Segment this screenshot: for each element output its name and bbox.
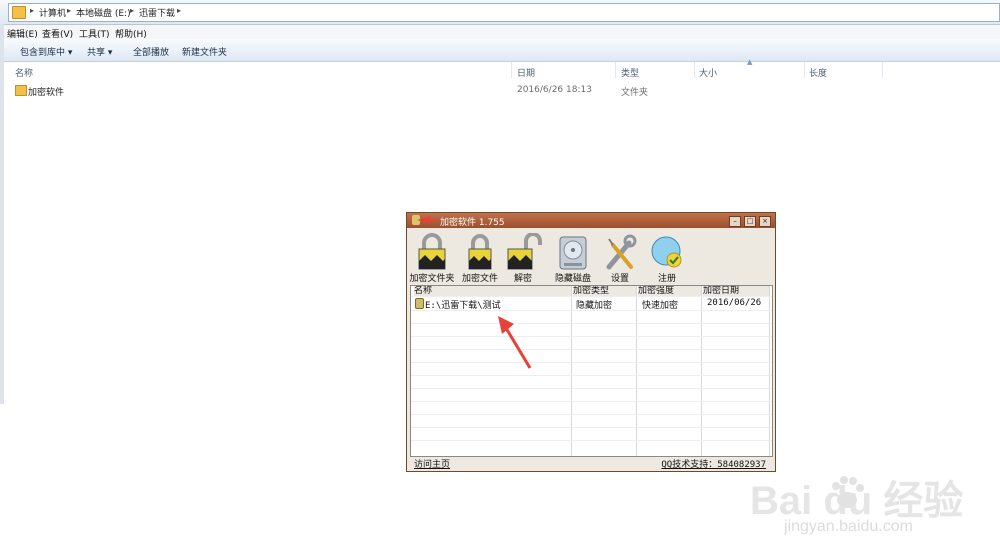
play-all-button[interactable]: 全部播放	[133, 45, 169, 58]
tool-label: 解密	[513, 274, 532, 284]
column-divider[interactable]	[571, 286, 572, 456]
column-header-name[interactable]: 名称	[15, 66, 33, 79]
column-divider[interactable]	[694, 62, 695, 78]
decrypt-button[interactable]: 解密	[500, 231, 546, 284]
watermark-url: jingyan.baidu.com	[784, 518, 913, 535]
breadcrumb-computer[interactable]: 计算机	[39, 6, 66, 19]
chevron-right-icon[interactable]: ▸	[67, 6, 71, 15]
folder-icon	[12, 6, 26, 19]
grid-line	[411, 375, 772, 376]
file-date: 2016/6/26 18:13	[517, 85, 592, 95]
close-button[interactable]: ×	[759, 216, 771, 227]
minimize-button[interactable]: –	[729, 216, 741, 227]
column-header-length[interactable]: 长度	[809, 66, 827, 79]
grid-line	[411, 362, 772, 363]
folder-icon	[15, 85, 27, 96]
status-bar: 访问主页 QQ技术支持：584082937	[410, 457, 771, 470]
tool-label: 隐藏磁盘	[554, 274, 591, 284]
column-divider[interactable]	[615, 62, 616, 78]
address-bar: ▸ 计算机 ▸ 本地磁盘 (E:) ▸ 迅雷下载 ▸	[0, 0, 1000, 25]
encrypted-items-list[interactable]: 名称 加密类型 加密强度 加密日期 E:\迅雷下载\测试 隐藏加密 快速加密 2…	[410, 285, 773, 457]
tool-label: 加密文件	[461, 274, 498, 284]
column-header-type[interactable]: 类型	[621, 66, 639, 79]
chevron-right-icon[interactable]: ▸	[30, 6, 34, 15]
grid-line	[411, 323, 772, 324]
grid-line	[411, 349, 772, 350]
row-name[interactable]: E:\迅雷下载\测试	[425, 298, 501, 311]
grid-line	[411, 440, 772, 441]
encrypt-file-button[interactable]: 加密文件	[457, 231, 503, 284]
column-header-date[interactable]: 日期	[517, 66, 535, 79]
encrypt-folder-button[interactable]: 加密文件夹	[409, 231, 455, 284]
row-date: 2016/06/26	[707, 298, 762, 308]
column-header-size[interactable]: 大小	[699, 66, 717, 79]
grid-line	[411, 388, 772, 389]
breadcrumb-folder[interactable]: 迅雷下载	[139, 6, 175, 19]
red-arrow-annotation	[498, 316, 532, 369]
maximize-button[interactable]: □	[744, 216, 756, 227]
paw-icon	[832, 476, 864, 508]
lock-icon	[468, 234, 492, 270]
column-divider[interactable]	[701, 286, 702, 456]
list-header-strength[interactable]: 加密强度	[638, 286, 701, 296]
command-bar: 包含到库中 ▾ 共享 ▾ 全部播放 新建文件夹	[0, 39, 1000, 62]
list-header-type[interactable]: 加密类型	[573, 286, 636, 296]
column-divider[interactable]	[804, 62, 805, 78]
breadcrumb-drive[interactable]: 本地磁盘 (E:)	[76, 6, 131, 19]
share-button[interactable]: 共享 ▾	[87, 45, 112, 58]
column-divider[interactable]	[769, 286, 770, 456]
unlock-icon	[507, 233, 542, 270]
chevron-right-icon[interactable]: ▸	[130, 6, 134, 15]
grid-line	[411, 296, 772, 297]
hard-disk-icon	[559, 236, 587, 270]
address-box[interactable]: ▸ 计算机 ▸ 本地磁盘 (E:) ▸ 迅雷下载 ▸	[8, 3, 1000, 22]
lock-icon	[415, 298, 424, 309]
baidu-watermark: Bai du 经验 jingyan.baidu.com	[750, 468, 990, 548]
settings-button[interactable]: 设置	[597, 231, 643, 284]
wrench-screwdriver-icon	[606, 234, 637, 270]
grid-line	[411, 414, 772, 415]
tool-label: 加密文件夹	[409, 274, 455, 284]
tool-label: 设置	[610, 274, 629, 284]
dialog-title-bar[interactable]: 加密软件 1.755 – □ ×	[407, 213, 775, 228]
column-divider[interactable]	[511, 62, 512, 78]
file-type: 文件夹	[621, 88, 649, 98]
register-button[interactable]: 注册	[644, 231, 690, 284]
list-header-date[interactable]: 加密日期	[703, 286, 769, 296]
tool-label: 注册	[657, 274, 676, 284]
row-strength: 快速加密	[642, 301, 679, 311]
column-divider[interactable]	[882, 62, 883, 78]
new-folder-button[interactable]: 新建文件夹	[182, 45, 227, 58]
file-name[interactable]: 加密软件	[28, 85, 64, 98]
sort-arrow-icon: ▲	[747, 58, 753, 66]
red-arrow-annotation	[417, 216, 441, 224]
hide-disk-button[interactable]: 隐藏磁盘	[550, 231, 596, 284]
encryption-dialog: 加密软件 1.755 – □ × 加密文件夹 加密文件 解密 隐藏磁盘 设置 注…	[406, 212, 776, 472]
grid-line	[411, 427, 772, 428]
column-divider[interactable]	[636, 286, 637, 456]
menu-bar: 编辑(E) 查看(V) 工具(T) 帮助(H)	[0, 25, 1000, 40]
register-globe-icon	[651, 236, 682, 268]
include-in-library-button[interactable]: 包含到库中 ▾	[20, 45, 72, 58]
list-header-name[interactable]: 名称	[414, 286, 572, 296]
grid-line	[411, 401, 772, 402]
lock-icon	[418, 233, 446, 270]
row-type: 隐藏加密	[576, 301, 613, 311]
navigation-pane-edge[interactable]	[0, 24, 4, 404]
chevron-right-icon[interactable]: ▸	[177, 6, 181, 15]
dialog-title: 加密软件 1.755	[440, 218, 505, 228]
visit-homepage-link[interactable]: 访问主页	[414, 457, 450, 470]
grid-line	[411, 336, 772, 337]
